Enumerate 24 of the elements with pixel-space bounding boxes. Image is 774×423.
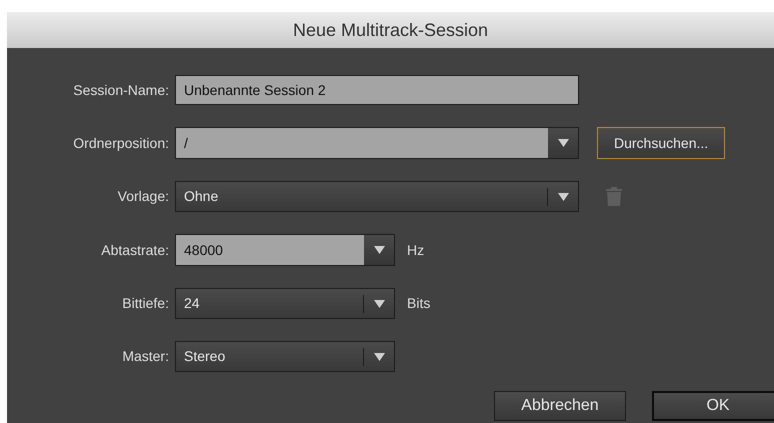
trash-icon[interactable] xyxy=(606,187,622,206)
field-label: Master: xyxy=(121,347,170,366)
dropdown-arrow-icon xyxy=(374,300,384,308)
dropdown-arrow-icon xyxy=(374,246,384,254)
dropdown-arrow-icon xyxy=(558,139,568,147)
dropdown-arrow-icon xyxy=(558,192,568,200)
field-label: Bittiefe: xyxy=(121,294,170,313)
dropdown[interactable]: 24 xyxy=(175,288,395,319)
browse-button[interactable]: Durchsuchen... xyxy=(597,127,726,159)
combo-box[interactable]: / xyxy=(175,127,579,159)
dropdown-arrow-icon xyxy=(374,352,384,360)
window-title-bar: Neue Multitrack-Session xyxy=(7,12,774,48)
combo-box[interactable]: 48000 xyxy=(175,234,395,266)
field-label: Session-Name: xyxy=(72,80,170,100)
field-label: Abtastrate: xyxy=(100,240,170,260)
unit-label: Hz xyxy=(407,240,424,260)
text-field[interactable]: Unbenannte Session 2 xyxy=(175,75,579,105)
field-label: Vorlage: xyxy=(116,187,170,206)
dialog-button[interactable]: Abbrechen xyxy=(494,391,626,421)
dialog-button[interactable]: OK xyxy=(652,391,774,421)
field-label: Ordnerposition: xyxy=(72,134,170,153)
dropdown[interactable]: Stereo xyxy=(175,341,395,372)
dropdown[interactable]: Ohne xyxy=(175,181,579,212)
unit-label: Bits xyxy=(407,294,430,313)
